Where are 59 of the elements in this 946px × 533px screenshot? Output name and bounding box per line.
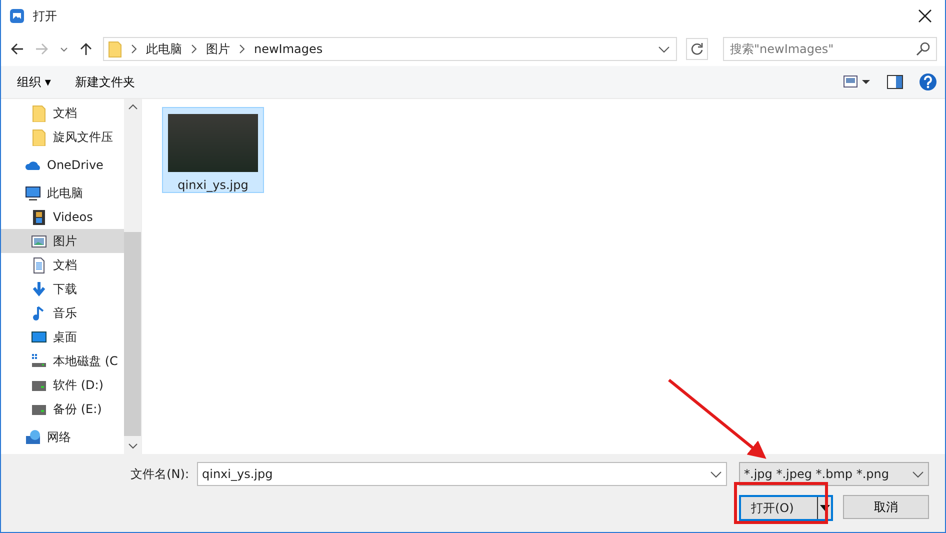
chevron-icon bbox=[238, 44, 246, 54]
sidebar-item[interactable]: 备份 (E:) bbox=[1, 397, 124, 421]
sidebar-item[interactable]: 文档 bbox=[1, 101, 124, 125]
film-icon bbox=[31, 208, 47, 226]
sidebar-item[interactable]: 图片 bbox=[1, 229, 124, 253]
drive-icon bbox=[31, 352, 47, 370]
search-field[interactable]: 搜索"newImages" bbox=[723, 37, 937, 61]
chevron-icon bbox=[190, 44, 198, 54]
preview-pane-icon[interactable] bbox=[887, 75, 903, 89]
refresh-icon[interactable] bbox=[686, 38, 708, 60]
dropdown-caret-icon[interactable] bbox=[912, 469, 924, 479]
help-icon[interactable] bbox=[919, 73, 937, 91]
back-arrow-icon[interactable] bbox=[9, 41, 25, 57]
cancel-button[interactable]: 取消 bbox=[843, 495, 929, 519]
close-icon[interactable] bbox=[918, 9, 932, 23]
organize-menu-button[interactable]: 组织 ▾ bbox=[13, 72, 55, 92]
folder-icon bbox=[31, 128, 47, 146]
picture-icon bbox=[9, 8, 25, 24]
dropdown-caret-icon[interactable] bbox=[710, 469, 722, 479]
picture-icon bbox=[31, 232, 47, 250]
sidebar-item[interactable]: 本地磁盘 (C bbox=[1, 349, 124, 373]
sidebar-item[interactable]: 软件 (D:) bbox=[1, 373, 124, 397]
filename-field[interactable]: qinxi_ys.jpg bbox=[197, 462, 727, 486]
filename-label: 文件名(N): bbox=[130, 466, 189, 482]
breadcrumb[interactable]: newImages bbox=[254, 42, 323, 56]
sidebar-item[interactable]: 网络 bbox=[1, 425, 124, 449]
sidebar-item[interactable]: 旋风文件压 bbox=[1, 125, 124, 149]
scrollbar[interactable] bbox=[124, 99, 141, 454]
dropdown-caret-icon[interactable] bbox=[817, 497, 831, 519]
document-icon bbox=[31, 256, 47, 274]
sidebar-item[interactable]: 此电脑 bbox=[1, 181, 124, 205]
search-icon[interactable] bbox=[916, 42, 930, 56]
breadcrumb[interactable]: 此电脑 bbox=[146, 40, 182, 58]
view-options-icon[interactable] bbox=[843, 74, 871, 90]
sidebar-item[interactable]: 音乐 bbox=[1, 301, 124, 325]
file-type-dropdown[interactable]: *.jpg *.jpeg *.bmp *.png bbox=[739, 462, 929, 486]
sidebar-item[interactable]: 桌面 bbox=[1, 325, 124, 349]
folder-icon bbox=[31, 104, 47, 122]
open-button[interactable]: 打开(O) bbox=[739, 495, 833, 521]
file-item[interactable]: qinxi_ys.jpg bbox=[162, 107, 264, 193]
sidebar-item[interactable]: Videos bbox=[1, 205, 124, 229]
new-folder-button[interactable]: 新建文件夹 bbox=[70, 72, 139, 92]
down-arrow-icon bbox=[31, 280, 47, 298]
window-title: 打开 bbox=[33, 8, 57, 24]
network-icon bbox=[25, 428, 41, 446]
address-bar[interactable]: 此电脑 图片 newImages bbox=[103, 37, 677, 61]
screen-icon bbox=[31, 328, 47, 346]
monitor-icon bbox=[25, 184, 41, 202]
sidebar-item[interactable]: OneDrive bbox=[1, 153, 124, 177]
scroll-up-icon[interactable] bbox=[128, 103, 138, 111]
breadcrumb[interactable]: 图片 bbox=[206, 40, 230, 58]
dropdown-caret-icon[interactable] bbox=[658, 44, 670, 54]
folder-icon bbox=[108, 40, 122, 58]
scroll-down-icon[interactable] bbox=[128, 442, 138, 450]
up-arrow-icon[interactable] bbox=[78, 41, 94, 57]
sidebar-item[interactable]: 下载 bbox=[1, 277, 124, 301]
chevron-icon bbox=[130, 44, 138, 54]
scroll-thumb[interactable] bbox=[124, 232, 141, 436]
sidebar-item[interactable]: 文档 bbox=[1, 253, 124, 277]
